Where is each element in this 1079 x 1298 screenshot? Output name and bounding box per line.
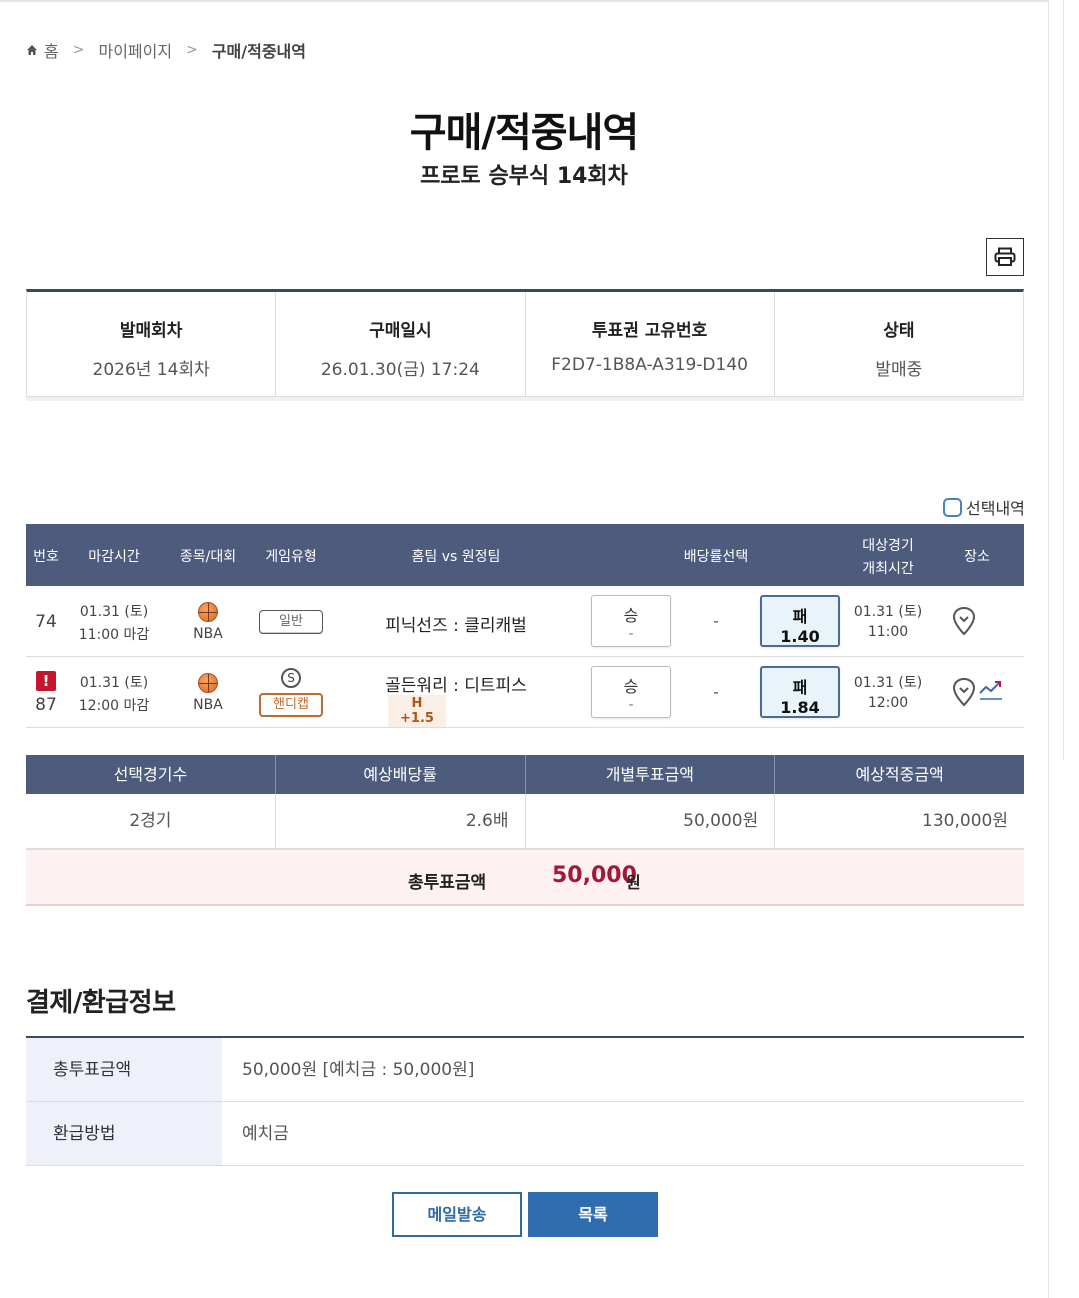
col-type: 게임유형 — [265, 549, 317, 565]
info-ticket-id: 투표권 고유번호 F2D7-1B8A-A319-D140 — [526, 292, 775, 396]
info-round: 발매회차 2026년 14회차 — [27, 292, 277, 396]
breadcrumb-home[interactable]: 홈 — [44, 38, 59, 62]
table-row: 74 01.31 (토) 11:00 마감 NBA 일반 피닉선즈 : 클리캐벌… — [26, 586, 1024, 657]
game-type-badge: 일반 — [258, 610, 324, 634]
col-no: 번호 — [33, 549, 59, 565]
info-value: F2D7-1B8A-A319-D140 — [551, 355, 748, 375]
home-icon — [27, 45, 37, 55]
payment-table: 총투표금액 50,000원 [예치금 : 50,000원] 환급방법 예치금 — [26, 1036, 1024, 1166]
game-teams: 골든워리 : 디트피스 — [385, 676, 527, 696]
info-value: 발매중 — [875, 360, 923, 380]
divider — [26, 397, 1024, 401]
location-pin-icon[interactable] — [952, 606, 976, 640]
game-no: 87 — [35, 695, 57, 715]
chevron-right-icon: > — [186, 42, 198, 58]
payment-key: 총투표금액 — [26, 1038, 222, 1101]
odds-lose-button[interactable]: 패 1.40 — [760, 595, 840, 647]
total-label: 총투표금액 — [408, 873, 487, 893]
match-date: 01.31 (토) — [853, 604, 923, 620]
total-amount-bar: 총투표금액 50,000 원 — [26, 849, 1024, 906]
select-history-label: 선택내역 — [966, 499, 1025, 518]
match-date: 01.31 (토) — [853, 675, 923, 691]
game-no: 74 — [35, 612, 57, 632]
payment-row: 환급방법 예치금 — [26, 1102, 1024, 1166]
payment-key: 환급방법 — [26, 1102, 222, 1165]
top-border — [0, 0, 1048, 2]
breadcrumb-current: 구매/적중내역 — [211, 42, 306, 61]
odds-draw: - — [713, 683, 719, 701]
select-history-checkbox[interactable] — [943, 497, 962, 517]
summary-expected-win: 130,000원 — [922, 811, 1008, 831]
summary-head-cell: 선택경기수 — [26, 755, 276, 794]
special-s-icon: S — [281, 668, 301, 688]
summary-games-count: 2경기 — [26, 794, 276, 848]
summary-bet-amount: 50,000원 — [526, 794, 776, 848]
handicap-badge: H +1.5 — [388, 695, 446, 727]
match-time: 12:00 — [867, 695, 909, 711]
info-label: 투표권 고유번호 — [591, 321, 708, 341]
info-label: 상태 — [883, 321, 915, 341]
game-teams: 피닉선즈 : 클리캐벌 — [385, 616, 527, 636]
game-deadline: 11:00 마감 — [78, 627, 150, 643]
table-row: ! 87 01.31 (토) 12:00 마감 NBA S 핸디캡 골든워리 :… — [26, 657, 1024, 728]
odds-lose-button[interactable]: 패 1.84 — [760, 666, 840, 718]
odds-win-button[interactable]: 승- — [591, 595, 671, 647]
print-button[interactable] — [986, 238, 1024, 276]
summary-head-cell: 예상배당률 — [276, 755, 526, 794]
col-sport: 종목/대회 — [179, 549, 237, 565]
match-time: 11:00 — [867, 624, 909, 640]
games-table-header: 번호 마감시간 종목/대회 게임유형 홈팀 vs 원정팀 배당률선택 대상경기 … — [26, 524, 1024, 586]
game-type-badge: 핸디캡 — [258, 693, 324, 717]
info-label: 발매회차 — [119, 321, 183, 341]
payment-row: 총투표금액 50,000원 [예치금 : 50,000원] — [26, 1038, 1024, 1102]
info-status: 상태 발매중 — [775, 292, 1023, 396]
summary-head-cell: 개별투표금액 — [526, 755, 776, 794]
basketball-icon — [198, 602, 218, 626]
game-date: 01.31 (토) — [79, 604, 149, 620]
warning-icon: ! — [35, 671, 57, 691]
odds-win-button[interactable]: 승- — [591, 666, 671, 718]
printer-icon — [994, 247, 1016, 266]
total-unit: 원 — [626, 873, 641, 892]
col-match-time-2: 개최시간 — [862, 561, 914, 577]
send-mail-button[interactable]: 메일발송 — [392, 1192, 522, 1237]
summary-body: 2경기 2.6배 50,000원 130,000원 — [26, 794, 1024, 849]
game-league: NBA — [193, 626, 223, 642]
total-amount: 50,000 — [552, 863, 637, 888]
payment-value: 예치금 — [242, 1124, 289, 1144]
col-teams: 홈팀 vs 원정팀 — [411, 549, 501, 565]
game-deadline: 12:00 마감 — [78, 698, 150, 714]
page-title: 구매/적중내역 — [409, 110, 639, 156]
col-venue: 장소 — [964, 549, 990, 565]
trend-chart-icon[interactable] — [978, 677, 1004, 707]
summary-table: 선택경기수 예상배당률 개별투표금액 예상적중금액 2경기 2.6배 50,00… — [26, 755, 1024, 849]
info-purchase-date: 구매일시 26.01.30(금) 17:24 — [276, 292, 526, 396]
col-match-time-1: 대상경기 — [862, 538, 914, 554]
breadcrumb: 홈 > 마이페이지 > 구매/적중내역 — [26, 38, 306, 62]
scrollbar-track[interactable] — [1048, 0, 1079, 1298]
game-date: 01.31 (토) — [79, 675, 149, 691]
summary-expected-odds: 2.6배 — [276, 794, 526, 848]
info-label: 구매일시 — [369, 321, 432, 341]
info-value: 26.01.30(금) 17:24 — [320, 360, 480, 380]
col-odds: 배당률선택 — [683, 549, 749, 565]
chevron-right-icon: > — [72, 42, 85, 58]
location-pin-icon[interactable] — [952, 677, 976, 711]
odds-draw: - — [713, 612, 719, 630]
list-button[interactable]: 목록 — [528, 1192, 658, 1237]
payment-value: 50,000원 [예치금 : 50,000원] — [242, 1060, 475, 1080]
summary-head-cell: 예상적중금액 — [855, 765, 944, 784]
ticket-info-box: 발매회차 2026년 14회차 구매일시 26.01.30(금) 17:24 투… — [26, 289, 1024, 397]
col-deadline: 마감시간 — [88, 549, 140, 565]
select-history-toggle[interactable]: 선택내역 — [943, 495, 1025, 519]
game-league: NBA — [193, 697, 223, 713]
summary-header: 선택경기수 예상배당률 개별투표금액 예상적중금액 — [26, 755, 1024, 794]
page-subtitle: 프로토 승부식 14회차 — [420, 164, 628, 189]
info-value: 2026년 14회차 — [92, 360, 210, 380]
games-table: 번호 마감시간 종목/대회 게임유형 홈팀 vs 원정팀 배당률선택 대상경기 … — [26, 524, 1024, 728]
breadcrumb-mypage[interactable]: 마이페이지 — [98, 38, 172, 62]
basketball-icon — [198, 673, 218, 697]
payment-section-title: 결제/환급정보 — [26, 988, 176, 1018]
